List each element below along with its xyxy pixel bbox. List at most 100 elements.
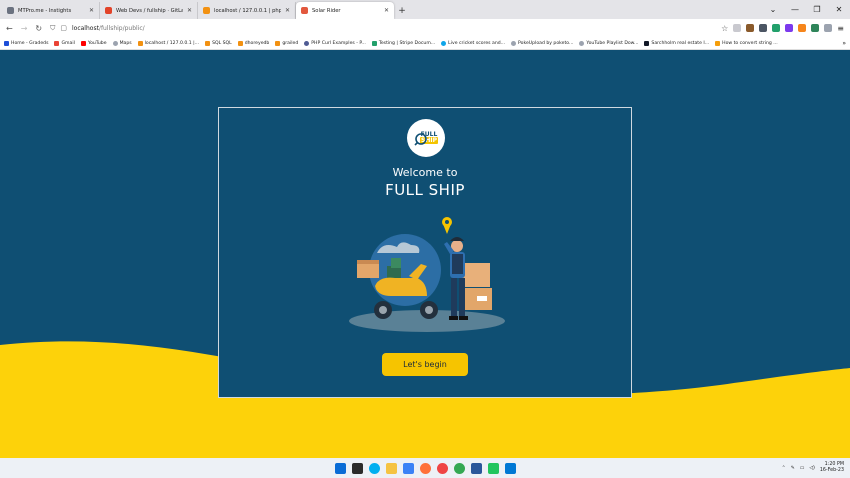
phpmyadmin-icon — [205, 40, 211, 46]
browser-tab[interactable]: Web Devs / fullship · GitLab ✕ — [100, 2, 198, 19]
globe-icon — [579, 40, 585, 46]
bookmarks-bar: Home - Gradeds Gmail YouTube Maps localh… — [0, 37, 850, 50]
close-icon[interactable]: ✕ — [384, 7, 389, 14]
metamask-icon[interactable] — [798, 24, 807, 32]
extension-icon[interactable] — [772, 24, 781, 32]
browser-toolbar: ← → ↻ ⛉ ▢ localhost/fullship/public/ ☆ ≡ — [0, 19, 850, 37]
tab-title: Solar Rider — [312, 7, 341, 14]
url-path: /fullship/public/ — [98, 24, 145, 32]
task-view-icon[interactable] — [351, 462, 363, 474]
close-icon[interactable]: ✕ — [285, 7, 290, 14]
welcome-heading: Welcome to — [392, 166, 458, 179]
restore-icon[interactable]: ❐ — [806, 5, 828, 14]
bookmark-item[interactable]: Testing | Stripe Docum... — [371, 40, 435, 46]
volume-icon[interactable]: ◁) — [809, 466, 815, 471]
bookmark-item[interactable]: localhost / 127.0.0.1 |... — [137, 40, 199, 46]
new-tab-button[interactable]: + — [394, 2, 410, 19]
pen-icon[interactable]: ✎ — [791, 466, 795, 471]
close-window-icon[interactable]: ✕ — [828, 5, 850, 14]
magnifier-icon — [414, 133, 427, 146]
bookmark-item[interactable]: YouTube Playlist Dow... — [579, 40, 638, 46]
bookmark-item[interactable]: Sarchholm real estate I... — [644, 40, 709, 46]
pocket-icon[interactable] — [733, 24, 742, 32]
notepad-icon[interactable] — [487, 462, 499, 474]
window-controls: ⌄ — ❐ ✕ — [762, 0, 850, 19]
windows-start-icon[interactable] — [334, 462, 346, 474]
bookmark-item[interactable]: Live cricket scores and... — [441, 40, 505, 46]
os-taskbar: ⌃ ✎ ▭ ◁) 1:20 PM 16-Feb-23 — [0, 458, 850, 478]
taskbar-clock[interactable]: 1:20 PM 16-Feb-23 — [820, 462, 844, 474]
chevron-up-icon[interactable]: ⌃ — [782, 466, 786, 471]
bookmark-item[interactable]: Gmail — [54, 40, 75, 46]
system-tray: ⌃ ✎ ▭ ◁) 1:20 PM 16-Feb-23 — [782, 458, 844, 478]
forward-icon[interactable]: → — [21, 24, 28, 33]
bookmark-item[interactable]: PokeUpload by poketo... — [511, 40, 573, 46]
network-icon[interactable]: ▭ — [800, 466, 805, 471]
google-icon — [54, 40, 60, 46]
tab-title: localhost / 127.0.0.1 | phpMyAdmin — [214, 7, 281, 14]
bookmark-item[interactable]: YouTube — [80, 40, 107, 46]
page-viewport: FULL SHIP Welcome to FULL SHIP Let's beg… — [0, 50, 850, 458]
extension-icon[interactable] — [811, 24, 820, 32]
bookmark-item[interactable]: SQL SQL — [205, 40, 232, 46]
globe-icon — [511, 40, 517, 46]
bookmark-item[interactable]: Home - Gradeds — [4, 40, 48, 46]
app-icon[interactable] — [436, 462, 448, 474]
delivery-illustration — [349, 217, 505, 332]
php-icon — [304, 40, 310, 46]
browser-tab[interactable]: MTPro.me - Instights ✕ — [2, 2, 100, 19]
browser-tab-active[interactable]: Solar Rider ✕ — [296, 2, 394, 19]
app-icon[interactable] — [402, 462, 414, 474]
extension-icon[interactable] — [785, 24, 794, 32]
phpmyadmin-icon — [137, 40, 143, 46]
bookmark-item[interactable]: Maps — [112, 40, 132, 46]
chrome-icon[interactable] — [453, 462, 465, 474]
address-bar[interactable]: ⛉ ▢ localhost/fullship/public/ — [50, 21, 713, 35]
close-icon[interactable]: ✕ — [187, 7, 192, 14]
bookmark-item[interactable]: PHP Curl Examples - P... — [304, 40, 366, 46]
globe-icon — [112, 40, 118, 46]
browser-tab-bar: MTPro.me - Instights ✕ Web Devs / fullsh… — [0, 0, 850, 19]
firefox-icon[interactable] — [419, 462, 431, 474]
close-icon[interactable]: ✕ — [89, 7, 94, 14]
bookmark-icon — [644, 40, 650, 46]
toolbar-extensions: ☆ ≡ — [721, 24, 844, 33]
bookmark-icon — [715, 40, 721, 46]
phpmyadmin-icon — [203, 7, 210, 14]
fullship-logo: FULL SHIP — [407, 119, 445, 157]
gitlab-icon — [105, 7, 112, 14]
taskbar-apps — [334, 462, 516, 474]
phpmyadmin-icon — [237, 40, 243, 46]
browser-tab[interactable]: localhost / 127.0.0.1 | phpMyAdmin ✕ — [198, 2, 296, 19]
welcome-card: FULL SHIP Welcome to FULL SHIP Let's beg… — [218, 107, 632, 398]
lets-begin-button[interactable]: Let's begin — [382, 353, 468, 376]
bookmark-item[interactable]: dhoreyedb — [237, 40, 269, 46]
bookmark-item[interactable]: grailed — [275, 40, 298, 46]
chevron-down-icon[interactable]: ⌄ — [762, 5, 784, 14]
skype-icon[interactable] — [368, 462, 380, 474]
tab-favicon-icon — [7, 7, 14, 14]
minimize-icon[interactable]: — — [784, 5, 806, 14]
bookmarks-overflow-icon[interactable]: » — [842, 40, 846, 47]
tab-title: MTPro.me - Instights — [18, 7, 72, 14]
extensions-puzzle-icon[interactable] — [824, 24, 833, 32]
file-explorer-icon[interactable] — [385, 462, 397, 474]
vscode-icon[interactable] — [504, 462, 516, 474]
reload-icon[interactable]: ↻ — [35, 24, 42, 33]
extension-icon[interactable] — [746, 24, 755, 32]
extension-icon[interactable] — [759, 24, 768, 32]
tab-title: Web Devs / fullship · GitLab — [116, 7, 183, 14]
cricket-icon — [441, 40, 447, 46]
bookmark-star-icon[interactable]: ☆ — [721, 24, 728, 33]
shield-icon: ⛉ — [50, 23, 56, 32]
bookmark-item[interactable]: How to convert string ... — [715, 40, 778, 46]
bookmark-icon — [4, 40, 9, 46]
back-icon[interactable]: ← — [6, 24, 13, 33]
menu-icon[interactable]: ≡ — [837, 24, 844, 33]
word-icon[interactable] — [470, 462, 482, 474]
stripe-icon — [371, 40, 377, 46]
clock-date: 16-Feb-23 — [819, 468, 844, 473]
brand-title: FULL SHIP — [385, 181, 465, 199]
phpmyadmin-icon — [275, 40, 281, 46]
youtube-icon — [80, 40, 86, 46]
